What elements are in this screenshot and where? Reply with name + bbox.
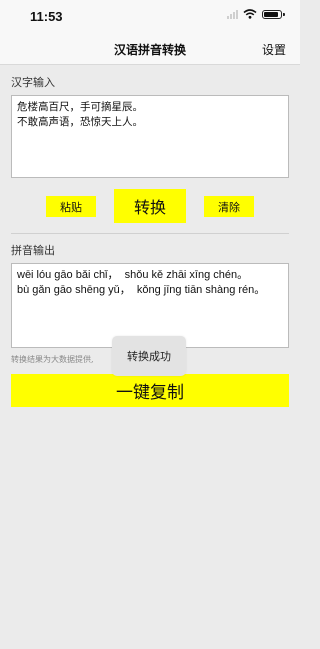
input-label: 汉字输入 xyxy=(11,76,55,89)
output-label: 拼音输出 xyxy=(11,244,55,257)
copy-all-button[interactable]: 一键复制 xyxy=(11,374,289,407)
section-divider xyxy=(11,233,289,234)
signal-icon xyxy=(227,9,238,19)
navigation-bar: 汉语拼音转换 设置 xyxy=(0,32,300,65)
wifi-icon xyxy=(243,9,257,19)
status-bar: 11:53 xyxy=(0,0,300,32)
page-title: 汉语拼音转换 xyxy=(113,43,186,57)
status-time: 11:53 xyxy=(30,9,63,24)
status-icons xyxy=(227,9,285,19)
battery-icon xyxy=(262,9,285,19)
clear-button[interactable]: 清除 xyxy=(204,196,254,217)
success-toast: 转换成功 xyxy=(112,336,186,376)
convert-button[interactable]: 转换 xyxy=(114,189,186,223)
paste-button[interactable]: 粘贴 xyxy=(46,196,96,217)
settings-button[interactable]: 设置 xyxy=(262,41,286,58)
source-note: 转换结果为大数据提供, xyxy=(11,355,94,364)
chinese-input-field[interactable]: 危楼高百尺，手可摘星辰。 不敢高声语，恐惊天上人。 xyxy=(11,95,289,178)
